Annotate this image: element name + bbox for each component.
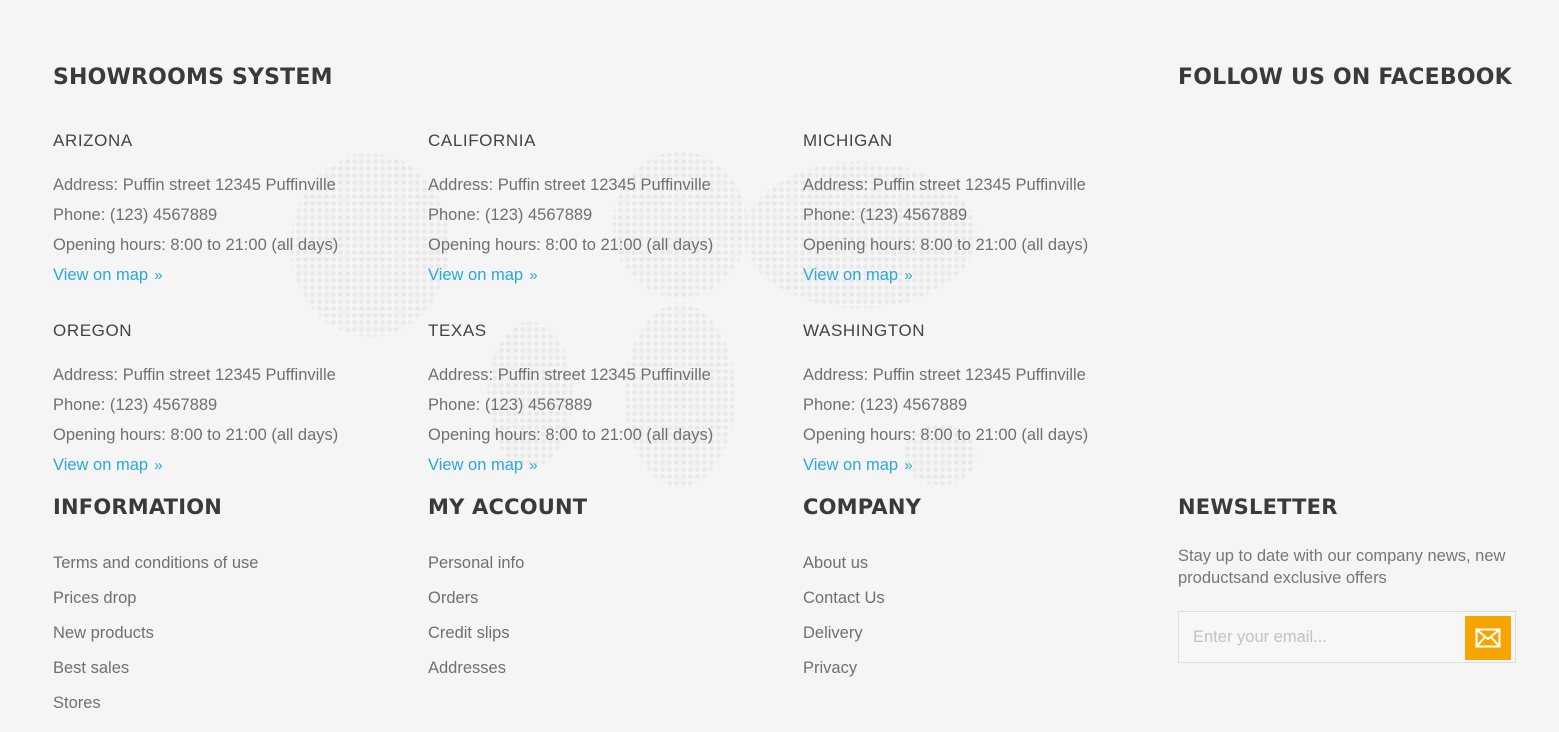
view-on-map-label: View on map [428, 456, 524, 474]
showroom-hours: Opening hours: 8:00 to 21:00 (all days) [53, 426, 339, 444]
showroom-california: CALIFORNIA Address: Puffin street 12345 … [428, 131, 798, 289]
link-delivery[interactable]: Delivery [803, 616, 885, 651]
showroom-state: OREGON [53, 321, 133, 340]
showroom-phone: Phone: (123) 4567889 [53, 396, 218, 414]
showroom-address: Address: Puffin street 12345 Puffinville [428, 366, 711, 384]
showroom-state: MICHIGAN [803, 131, 893, 150]
showroom-hours: Opening hours: 8:00 to 21:00 (all days) [53, 236, 339, 254]
showroom-phone: Phone: (123) 4567889 [803, 396, 968, 414]
showroom-phone: Phone: (123) 4567889 [428, 206, 593, 224]
information-title: INFORMATION [53, 495, 223, 519]
company-title: COMPANY [803, 495, 922, 519]
link-privacy[interactable]: Privacy [803, 651, 885, 686]
showroom-address: Address: Puffin street 12345 Puffinville [803, 176, 1086, 194]
newsletter-title: NEWSLETTER [1178, 495, 1338, 519]
showroom-state: WASHINGTON [803, 321, 926, 340]
link-best-sales[interactable]: Best sales [53, 651, 258, 686]
link-prices-drop[interactable]: Prices drop [53, 581, 258, 616]
view-on-map-label: View on map [803, 266, 899, 284]
view-on-map-label: View on map [803, 456, 899, 474]
double-chevron-right-icon: » [900, 267, 913, 284]
newsletter-description: Stay up to date with our company news, n… [1178, 547, 1506, 587]
link-credit-slips[interactable]: Credit slips [428, 616, 524, 651]
site-footer: SHOWROOMS SYSTEM FOLLOW US ON FACEBOOK A… [0, 0, 1559, 732]
view-on-map-link[interactable]: View on map » [428, 452, 538, 479]
showroom-washington: WASHINGTON Address: Puffin street 12345 … [803, 321, 1173, 479]
double-chevron-right-icon: » [525, 457, 538, 474]
link-new-products[interactable]: New products [53, 616, 258, 651]
link-orders[interactable]: Orders [428, 581, 524, 616]
my-account-title: MY ACCOUNT [428, 495, 588, 519]
showroom-texas: TEXAS Address: Puffin street 12345 Puffi… [428, 321, 798, 479]
double-chevron-right-icon: » [150, 457, 163, 474]
view-on-map-label: View on map [53, 456, 149, 474]
newsletter-submit-button[interactable] [1465, 616, 1511, 660]
information-links: Terms and conditions of use Prices drop … [53, 546, 258, 721]
company-links: About us Contact Us Delivery Privacy [803, 546, 885, 686]
view-on-map-link[interactable]: View on map » [53, 262, 163, 289]
showroom-address: Address: Puffin street 12345 Puffinville [428, 176, 711, 194]
view-on-map-label: View on map [428, 266, 524, 284]
showroom-address: Address: Puffin street 12345 Puffinville [53, 366, 336, 384]
view-on-map-link[interactable]: View on map » [53, 452, 163, 479]
showroom-phone: Phone: (123) 4567889 [428, 396, 593, 414]
showroom-address: Address: Puffin street 12345 Puffinville [53, 176, 336, 194]
showroom-hours: Opening hours: 8:00 to 21:00 (all days) [803, 426, 1089, 444]
view-on-map-link[interactable]: View on map » [803, 452, 913, 479]
view-on-map-link[interactable]: View on map » [803, 262, 913, 289]
facebook-title: FOLLOW US ON FACEBOOK [1178, 65, 1512, 90]
showroom-phone: Phone: (123) 4567889 [53, 206, 218, 224]
showroom-phone: Phone: (123) 4567889 [803, 206, 968, 224]
showroom-address: Address: Puffin street 12345 Puffinville [803, 366, 1086, 384]
link-contact-us[interactable]: Contact Us [803, 581, 885, 616]
link-terms[interactable]: Terms and conditions of use [53, 546, 258, 581]
showroom-hours: Opening hours: 8:00 to 21:00 (all days) [803, 236, 1089, 254]
double-chevron-right-icon: » [900, 457, 913, 474]
view-on-map-link[interactable]: View on map » [428, 262, 538, 289]
newsletter-form [1178, 611, 1516, 663]
link-personal-info[interactable]: Personal info [428, 546, 524, 581]
showrooms-title: SHOWROOMS SYSTEM [53, 65, 333, 90]
envelope-icon [1475, 628, 1501, 648]
view-on-map-label: View on map [53, 266, 149, 284]
showroom-state: ARIZONA [53, 131, 133, 150]
showroom-hours: Opening hours: 8:00 to 21:00 (all days) [428, 426, 714, 444]
double-chevron-right-icon: » [525, 267, 538, 284]
double-chevron-right-icon: » [150, 267, 163, 284]
showroom-state: CALIFORNIA [428, 131, 537, 150]
link-about-us[interactable]: About us [803, 546, 885, 581]
showroom-oregon: OREGON Address: Puffin street 12345 Puff… [53, 321, 423, 479]
showroom-hours: Opening hours: 8:00 to 21:00 (all days) [428, 236, 714, 254]
showroom-state: TEXAS [428, 321, 487, 340]
newsletter-email-input[interactable] [1179, 612, 1464, 662]
my-account-links: Personal info Orders Credit slips Addres… [428, 546, 524, 686]
showroom-michigan: MICHIGAN Address: Puffin street 12345 Pu… [803, 131, 1173, 289]
link-addresses[interactable]: Addresses [428, 651, 524, 686]
showroom-arizona: ARIZONA Address: Puffin street 12345 Puf… [53, 131, 423, 289]
link-stores[interactable]: Stores [53, 686, 258, 721]
